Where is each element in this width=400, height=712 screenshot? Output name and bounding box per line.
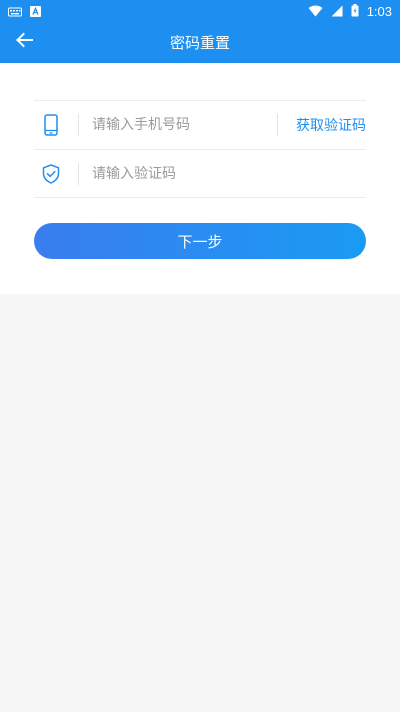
status-bar: 1:03 — [0, 0, 400, 22]
page-title: 密码重置 — [169, 34, 230, 52]
signal-icon — [331, 2, 343, 21]
phone-row: 获取验证码 — [34, 100, 366, 149]
next-button[interactable]: 下一步 — [34, 223, 366, 259]
wifi-icon — [308, 2, 323, 21]
battery-icon — [351, 2, 359, 21]
reset-form: 获取验证码 下一步 — [0, 63, 400, 294]
notification-a-icon — [30, 2, 41, 21]
phone-input[interactable] — [79, 101, 277, 149]
back-button[interactable] — [10, 28, 38, 56]
shield-check-icon — [34, 150, 68, 197]
phone-icon — [34, 101, 68, 149]
status-time: 1:03 — [366, 3, 392, 19]
get-code-button[interactable]: 获取验证码 — [278, 115, 366, 135]
code-input[interactable] — [79, 150, 366, 197]
status-left-icons — [8, 2, 41, 21]
status-right-icons: 1:03 — [308, 2, 392, 21]
code-row — [34, 149, 366, 198]
keyboard-icon — [8, 2, 22, 21]
app-bar: 密码重置 — [0, 22, 400, 63]
arrow-left-icon — [15, 32, 33, 52]
